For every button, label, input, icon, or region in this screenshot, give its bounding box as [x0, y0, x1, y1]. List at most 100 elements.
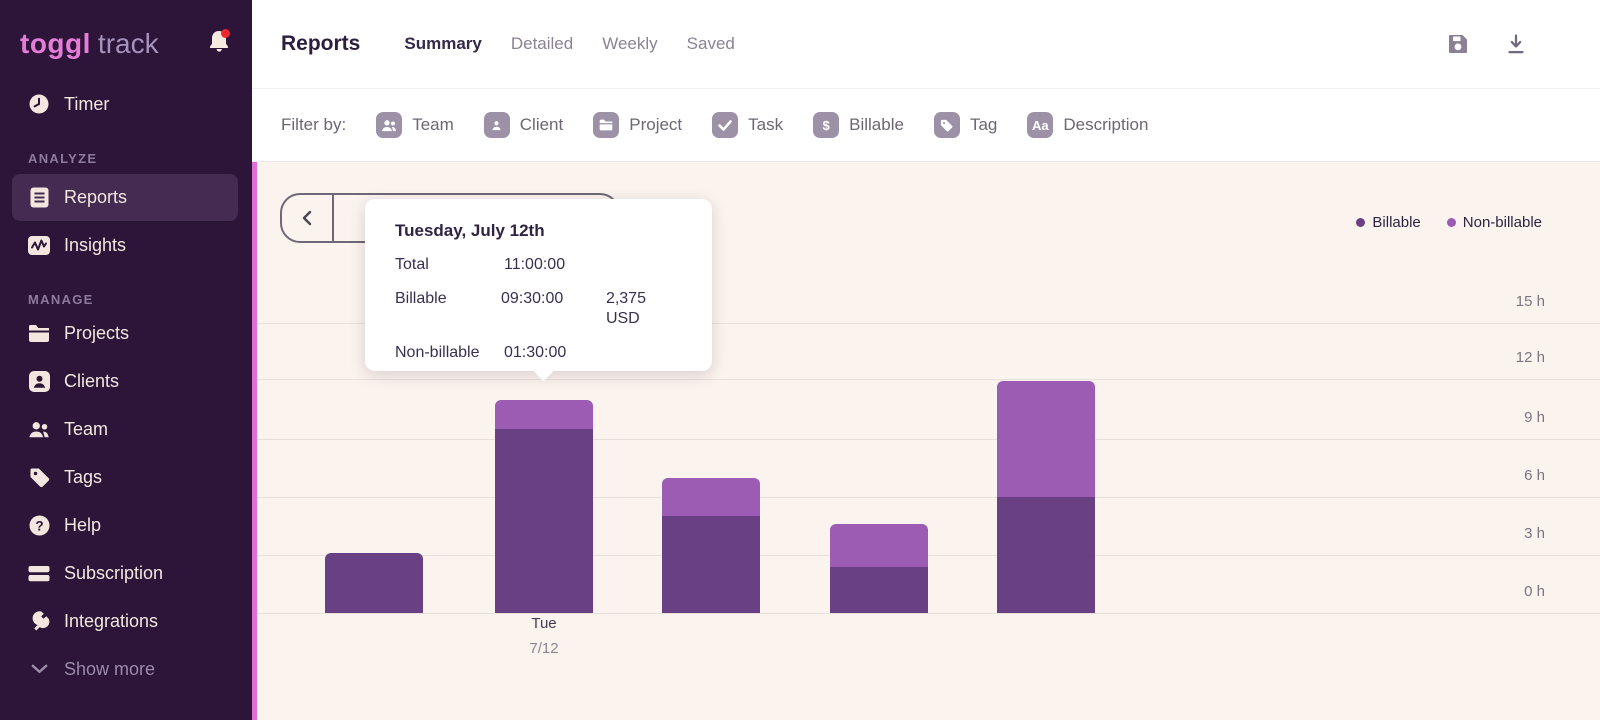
bar-segment-nonbillable [997, 381, 1095, 497]
tooltip-title: Tuesday, July 12th [395, 221, 682, 241]
gridline [257, 379, 1600, 380]
tags-icon [28, 467, 50, 488]
filter-chip-label: Client [520, 115, 563, 135]
filter-chip-label: Tag [970, 115, 997, 135]
previous-period-button[interactable] [282, 195, 334, 241]
sidebar-item-label: Show more [64, 659, 155, 680]
sidebar-item-team[interactable]: Team [0, 405, 252, 453]
bar-segment-nonbillable [830, 524, 928, 567]
logo-toggl: toggl [20, 28, 91, 60]
gridline [257, 497, 1600, 498]
description-aa-icon: Aa [1027, 112, 1053, 138]
sidebar-item-label: Subscription [64, 563, 163, 584]
filter-chip-label: Description [1063, 115, 1148, 135]
filter-chip-project[interactable]: Project [593, 112, 682, 138]
filter-by-label: Filter by: [281, 115, 346, 135]
sidebar-item-projects[interactable]: Projects [0, 309, 252, 357]
chart-legend: Billable Non-billable [1356, 214, 1542, 231]
bar-segment-billable [830, 567, 928, 613]
logo: toggl track [0, 0, 252, 64]
filter-chip-label: Project [629, 115, 682, 135]
sidebar-item-label: Projects [64, 323, 129, 344]
subscription-card-icon [28, 565, 50, 582]
download-icon[interactable] [1504, 32, 1528, 56]
tooltip-row-billable: Billable 09:30:00 2,375 USD [395, 289, 682, 329]
filter-chip-description[interactable]: Aa Description [1027, 112, 1148, 138]
tab-saved[interactable]: Saved [687, 34, 735, 54]
bar-segment-billable [495, 429, 593, 613]
tag-icon [934, 112, 960, 138]
sidebar-item-label: Team [64, 419, 108, 440]
filter-chip-task[interactable]: Task [712, 112, 783, 138]
bar-segment-nonbillable [495, 400, 593, 429]
legend-dot-nonbillable [1447, 218, 1456, 227]
filter-chip-team[interactable]: Team [376, 112, 454, 138]
bar[interactable] [495, 400, 593, 613]
filter-chip-tag[interactable]: Tag [934, 112, 997, 138]
y-axis-tick: 3 h [1524, 525, 1545, 543]
svg-text:?: ? [35, 518, 43, 533]
sidebar: toggl track Timer ANALYZE Reports Insigh… [0, 0, 252, 720]
tab-detailed[interactable]: Detailed [511, 34, 573, 54]
bar[interactable] [325, 553, 423, 613]
section-analyze: ANALYZE [0, 148, 252, 168]
task-check-icon [712, 112, 738, 138]
insights-icon [28, 236, 50, 255]
timer-icon [28, 93, 50, 115]
tab-weekly[interactable]: Weekly [602, 34, 657, 54]
legend-dot-billable [1356, 218, 1365, 227]
report-tabs: Summary Detailed Weekly Saved [404, 34, 735, 54]
chart-tooltip: Tuesday, July 12th Total 11:00:00 Billab… [365, 199, 712, 371]
sidebar-item-label: Insights [64, 235, 126, 256]
client-icon [484, 112, 510, 138]
team-people-icon [28, 420, 50, 439]
notification-bell-icon[interactable] [207, 28, 232, 60]
sidebar-item-timer[interactable]: Timer [0, 80, 252, 128]
y-axis-tick: 15 h [1516, 293, 1545, 311]
filter-chip-label: Task [748, 115, 783, 135]
legend-item-billable[interactable]: Billable [1356, 214, 1420, 231]
tab-summary[interactable]: Summary [404, 34, 481, 54]
team-icon [376, 112, 402, 138]
filter-chip-billable[interactable]: $ Billable [813, 112, 904, 138]
filter-chip-client[interactable]: Client [484, 112, 563, 138]
bar-segment-nonbillable [662, 478, 760, 517]
sidebar-item-label: Tags [64, 467, 102, 488]
chevron-down-icon [28, 664, 50, 674]
gridline [257, 439, 1600, 440]
sidebar-item-show-more[interactable]: Show more [0, 645, 252, 693]
bar[interactable] [997, 381, 1095, 613]
section-manage: MANAGE [0, 289, 252, 309]
report-content: 15 h12 h9 h6 h3 h0 hTue7/12 Billable Non… [252, 162, 1600, 720]
top-bar: Reports Summary Detailed Weekly Saved [252, 0, 1600, 89]
project-folder-icon [593, 112, 619, 138]
logo-track: track [98, 28, 159, 60]
legend-item-nonbillable[interactable]: Non-billable [1447, 214, 1542, 231]
sidebar-item-reports[interactable]: Reports [12, 174, 238, 221]
sidebar-item-integrations[interactable]: Integrations [0, 597, 252, 645]
y-axis-tick: 12 h [1516, 349, 1545, 367]
filter-chip-label: Billable [849, 115, 904, 135]
billable-dollar-icon: $ [813, 112, 839, 138]
main-area: Reports Summary Detailed Weekly Saved Fi… [252, 0, 1600, 720]
help-icon: ? [28, 515, 50, 536]
reports-icon [28, 187, 50, 208]
sidebar-item-label: Reports [64, 187, 127, 208]
sidebar-item-clients[interactable]: Clients [0, 357, 252, 405]
bar[interactable] [830, 524, 928, 613]
sidebar-item-subscription[interactable]: Subscription [0, 549, 252, 597]
clients-person-icon [28, 371, 50, 392]
projects-folder-icon [28, 324, 50, 343]
sidebar-item-label: Integrations [64, 611, 158, 632]
bar-segment-billable [325, 553, 423, 613]
tooltip-row-total: Total 11:00:00 [395, 255, 682, 275]
sidebar-item-tags[interactable]: Tags [0, 453, 252, 501]
sidebar-item-insights[interactable]: Insights [0, 221, 252, 269]
chevron-left-icon [302, 210, 312, 226]
gridline [257, 613, 1600, 614]
sidebar-item-help[interactable]: ? Help [0, 501, 252, 549]
bar[interactable] [662, 478, 760, 613]
sidebar-item-label: Timer [64, 94, 109, 115]
bar-segment-billable [662, 516, 760, 613]
save-report-icon[interactable] [1446, 32, 1470, 56]
